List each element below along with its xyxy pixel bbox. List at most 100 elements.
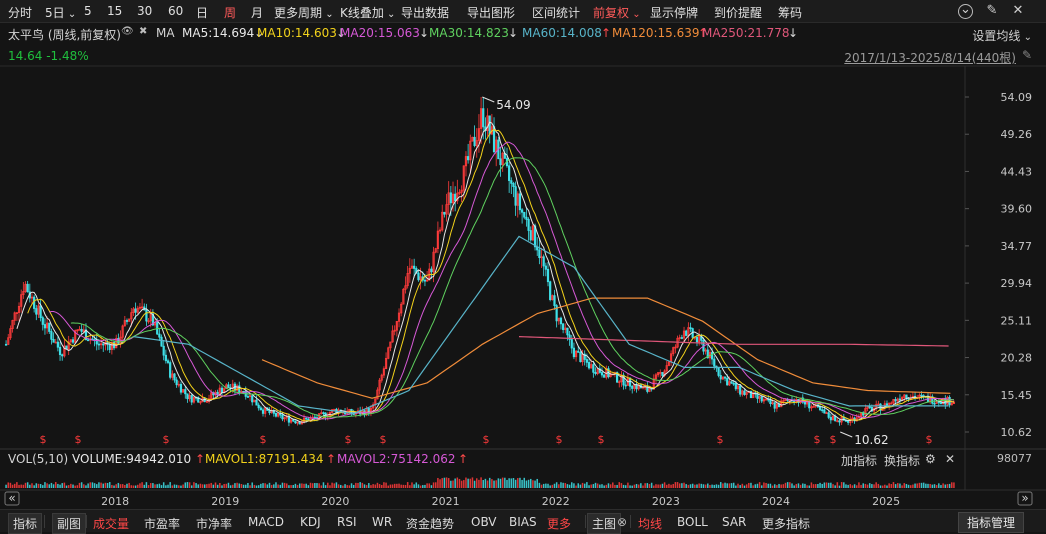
volume-bar: [404, 484, 407, 488]
volume-bar: [361, 482, 364, 488]
volume-bar: [730, 483, 733, 488]
volume-bar: [234, 483, 236, 488]
indicator-tab-8[interactable]: WR: [372, 515, 392, 529]
volume-bar: [935, 485, 938, 488]
scroll-left-icon[interactable]: «: [8, 491, 15, 505]
volume-bar: [620, 483, 623, 488]
volume-bar: [383, 482, 385, 488]
candle-body: [186, 393, 189, 400]
indicator-tab-15[interactable]: BOLL: [677, 515, 708, 529]
volume-bar: [802, 483, 804, 488]
indicator-tab-14[interactable]: 均线: [638, 515, 662, 532]
candle-body: [603, 374, 606, 378]
volume-bar: [732, 482, 735, 488]
volume-bar: [143, 484, 146, 488]
volume-bar: [232, 484, 234, 488]
candle-body: [572, 347, 576, 358]
volume-bar: [104, 482, 107, 488]
candle-body: [562, 323, 565, 330]
volume-bar: [7, 482, 9, 488]
volume-bar: [126, 483, 128, 488]
volume-bar: [329, 485, 331, 488]
indicator-tab-5[interactable]: MACD: [248, 515, 284, 529]
candle-body: [158, 333, 161, 338]
x-axis-label: 2024: [762, 495, 790, 508]
volume-bar: [612, 482, 614, 488]
candle-body: [527, 219, 530, 231]
volume-bar: [167, 484, 169, 488]
volume-bar: [132, 485, 135, 488]
volume-bar: [594, 482, 597, 488]
indicator-tab-11[interactable]: BIAS: [509, 515, 537, 529]
volume-bar: [603, 485, 605, 488]
candle-body: [97, 343, 101, 346]
settings-circle-icon[interactable]: ⊗: [617, 515, 627, 529]
volume-bar: [294, 483, 297, 488]
candle-body: [173, 373, 176, 381]
volume-bar: [305, 483, 307, 488]
volume-bar: [616, 484, 618, 488]
volume-bar: [540, 484, 543, 488]
volume-bar: [517, 478, 519, 488]
add-indicator-button[interactable]: 加指标: [841, 452, 877, 469]
volume-bar: [452, 480, 454, 488]
ma-settings-button[interactable]: 设置均线 ⌄: [972, 27, 1032, 44]
candle-body: [717, 367, 720, 376]
gear-icon[interactable]: ⚙: [925, 452, 936, 466]
volume-bar: [13, 483, 16, 488]
candle-body: [939, 401, 943, 405]
scroll-right-icon[interactable]: »: [1021, 491, 1028, 505]
indicator-tab-2[interactable]: 成交量: [93, 515, 129, 532]
candle-body: [261, 409, 265, 414]
volume-bar: [214, 482, 217, 488]
dividend-marker: $: [926, 433, 933, 446]
candle-body: [518, 193, 522, 211]
volume-bar: [758, 482, 761, 488]
up-arrow-icon: ↑: [195, 452, 206, 466]
volume-bar: [765, 482, 767, 488]
candle-body: [847, 420, 850, 423]
indicator-tab-4[interactable]: 市净率: [196, 515, 232, 532]
indicator-tab-17[interactable]: 更多指标: [762, 515, 810, 532]
mavol1-value: MAVOL1:87191.434: [205, 452, 324, 466]
volume-bar: [702, 484, 705, 488]
close-icon[interactable]: ✕: [945, 452, 955, 466]
indicator-tab-12[interactable]: 更多: [547, 515, 571, 532]
volume-bar: [275, 482, 277, 488]
indicator-tab-7[interactable]: RSI: [337, 515, 357, 529]
indicator-tab-10[interactable]: OBV: [471, 515, 497, 529]
volume-bar: [398, 483, 400, 488]
volume-bar: [314, 483, 316, 488]
candle-body: [108, 343, 111, 350]
dividend-marker: $: [556, 433, 563, 446]
volume-bar: [650, 482, 653, 488]
ma-line: [49, 141, 954, 420]
y-tick-label: 39.60: [1001, 203, 1033, 216]
volume-bar: [504, 477, 506, 488]
indicator-tab-6[interactable]: KDJ: [300, 515, 321, 529]
candle-body: [570, 339, 573, 349]
candle-body: [281, 414, 284, 420]
indicator-tab-3[interactable]: 市盈率: [144, 515, 180, 532]
volume-bar: [689, 484, 692, 488]
volume-bar: [674, 482, 677, 488]
volume-bar: [795, 483, 798, 488]
volume-bar: [918, 482, 921, 488]
indicator-manager-button[interactable]: 指标管理: [957, 512, 1024, 533]
volume-bar: [111, 484, 113, 488]
switch-indicator-button[interactable]: 换指标: [884, 452, 920, 469]
volume-bar: [311, 483, 314, 488]
candle-body: [594, 371, 597, 375]
x-axis-label: 2023: [652, 495, 680, 508]
candle-body: [417, 272, 420, 281]
indicator-tab-9[interactable]: 资金趋势: [406, 515, 454, 532]
volume-bar: [247, 482, 249, 488]
volume-bar: [145, 482, 148, 488]
candle-body: [257, 404, 260, 409]
candle-body: [184, 389, 187, 395]
volume-bar: [268, 482, 271, 488]
volume-bar: [309, 482, 312, 488]
indicator-tab-16[interactable]: SAR: [722, 515, 746, 529]
volume-bar: [44, 482, 46, 488]
candle-body: [268, 410, 271, 414]
